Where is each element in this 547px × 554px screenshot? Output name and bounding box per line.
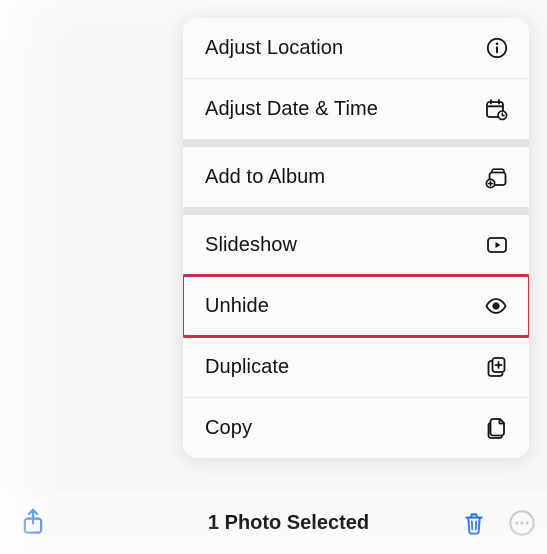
menu-item-label: Unhide — [205, 295, 481, 318]
bottom-toolbar: 1 Photo Selected — [0, 492, 547, 554]
trash-button[interactable] — [457, 506, 491, 540]
menu-item-adjust-date-time[interactable]: Adjust Date & Time — [183, 78, 529, 139]
menu-item-label: Add to Album — [205, 166, 481, 189]
menu-separator — [183, 139, 529, 147]
menu-item-add-to-album[interactable]: Add to Album — [183, 147, 529, 207]
menu-separator — [183, 207, 529, 215]
copy-icon — [481, 416, 509, 440]
share-button[interactable] — [16, 504, 50, 538]
menu-item-slideshow[interactable]: Slideshow — [183, 215, 529, 275]
calendar-clock-icon — [481, 97, 509, 121]
menu-item-label: Adjust Date & Time — [205, 98, 481, 121]
menu-item-duplicate[interactable]: Duplicate — [183, 336, 529, 397]
more-button[interactable] — [505, 506, 539, 540]
menu-item-label: Slideshow — [205, 234, 481, 257]
menu-item-copy[interactable]: Copy — [183, 397, 529, 458]
context-menu: Adjust Location Adjust Date & Time Add t… — [183, 18, 529, 458]
menu-group: Slideshow Unhide Duplicate Copy — [183, 215, 529, 458]
toolbar-right — [457, 506, 539, 540]
menu-group: Add to Album — [183, 147, 529, 207]
eye-icon — [481, 294, 509, 318]
album-add-icon — [481, 165, 509, 189]
menu-item-label: Adjust Location — [205, 37, 481, 60]
duplicate-icon — [481, 355, 509, 379]
menu-item-label: Duplicate — [205, 356, 481, 379]
menu-item-adjust-location[interactable]: Adjust Location — [183, 18, 529, 78]
info-icon — [481, 36, 509, 60]
menu-item-unhide[interactable]: Unhide — [183, 275, 529, 336]
menu-group: Adjust Location Adjust Date & Time — [183, 18, 529, 139]
menu-item-label: Copy — [205, 417, 481, 440]
play-rect-icon — [481, 233, 509, 257]
